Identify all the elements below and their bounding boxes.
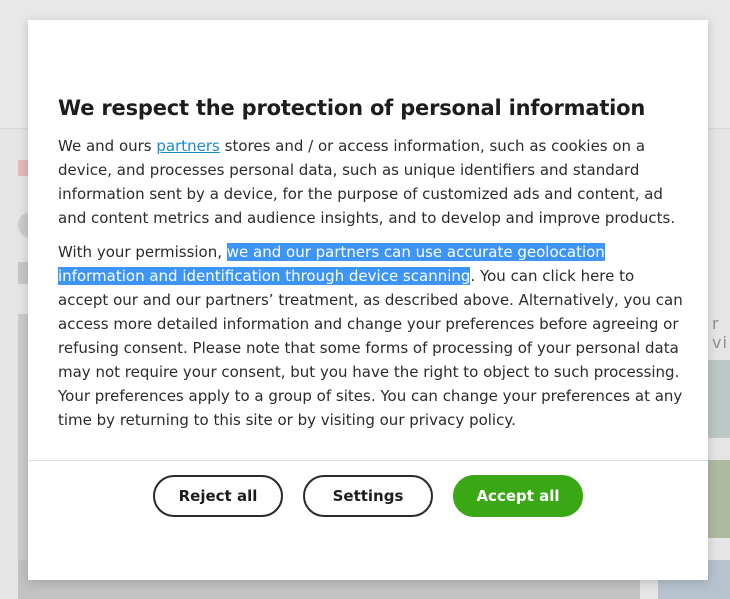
paragraph-text: . You can click here to accept our and o… bbox=[58, 267, 683, 429]
dialog-title: We respect the protection of personal in… bbox=[58, 96, 646, 120]
consent-dialog: We respect the protection of personal in… bbox=[28, 20, 708, 580]
consent-paragraph-2: With your permission, we and our partner… bbox=[58, 240, 688, 432]
dialog-body: We and ours partners stores and / or acc… bbox=[58, 134, 688, 442]
consent-paragraph-1: We and ours partners stores and / or acc… bbox=[58, 134, 688, 230]
paragraph-text: We and ours bbox=[58, 137, 157, 155]
dialog-divider bbox=[28, 460, 708, 461]
partners-link[interactable]: partners bbox=[156, 137, 219, 155]
accept-all-button[interactable]: Accept all bbox=[453, 475, 583, 517]
paragraph-text: With your permission, bbox=[58, 243, 227, 261]
settings-button[interactable]: Settings bbox=[303, 475, 433, 517]
reject-all-button[interactable]: Reject all bbox=[153, 475, 283, 517]
